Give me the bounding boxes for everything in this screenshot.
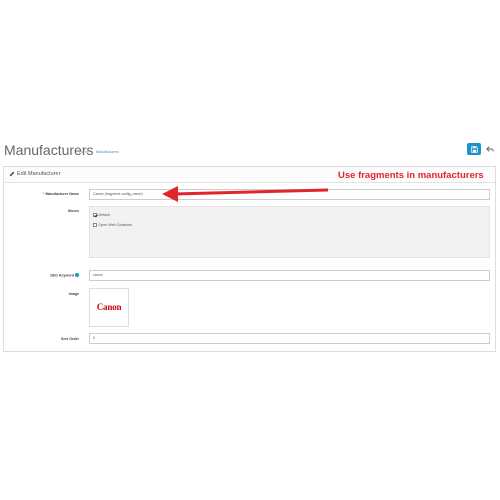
store-default-checkbox[interactable] bbox=[93, 213, 97, 217]
panel-title: Edit Manufacturer bbox=[17, 171, 61, 177]
panel-heading: Edit Manufacturer Use fragments in manuf… bbox=[4, 167, 495, 183]
store-option-open-web-creations[interactable]: Open Web Creations bbox=[93, 223, 132, 227]
image-label: Image bbox=[68, 292, 79, 296]
save-button[interactable] bbox=[467, 143, 481, 155]
stores-label: Stores bbox=[67, 209, 79, 213]
save-icon bbox=[470, 145, 478, 153]
breadcrumb-manufacturers[interactable]: Manufacturers bbox=[96, 150, 119, 154]
breadcrumb: Home › Manufacturers bbox=[79, 150, 119, 154]
image-thumbnail[interactable]: Canon bbox=[89, 288, 129, 327]
back-button[interactable] bbox=[484, 143, 496, 155]
sort-order-input[interactable]: 0 bbox=[89, 333, 490, 344]
store-option-default[interactable]: Default bbox=[93, 213, 110, 217]
seo-keyword-input[interactable]: canon bbox=[89, 270, 490, 281]
pencil-icon bbox=[9, 171, 15, 177]
sort-order-label: Sort Order bbox=[61, 337, 79, 341]
breadcrumb-separator: › bbox=[91, 150, 93, 154]
annotation-arrow bbox=[162, 186, 329, 202]
manufacturer-name-label: *Manufacturer Name bbox=[43, 192, 79, 196]
annotation-text: Use fragments in manufacturers bbox=[338, 170, 484, 181]
seo-keyword-label: SEO Keyword bbox=[20, 273, 79, 278]
store-open-web-creations-checkbox[interactable] bbox=[93, 223, 97, 227]
stores-checkbox-list: Default Open Web Creations bbox=[89, 206, 490, 258]
page-header: Manufacturers Home › Manufacturers bbox=[0, 140, 500, 164]
reply-icon bbox=[486, 146, 494, 152]
breadcrumb-home[interactable]: Home bbox=[79, 150, 89, 154]
help-icon[interactable] bbox=[75, 273, 79, 277]
canon-logo: Canon bbox=[96, 302, 122, 312]
